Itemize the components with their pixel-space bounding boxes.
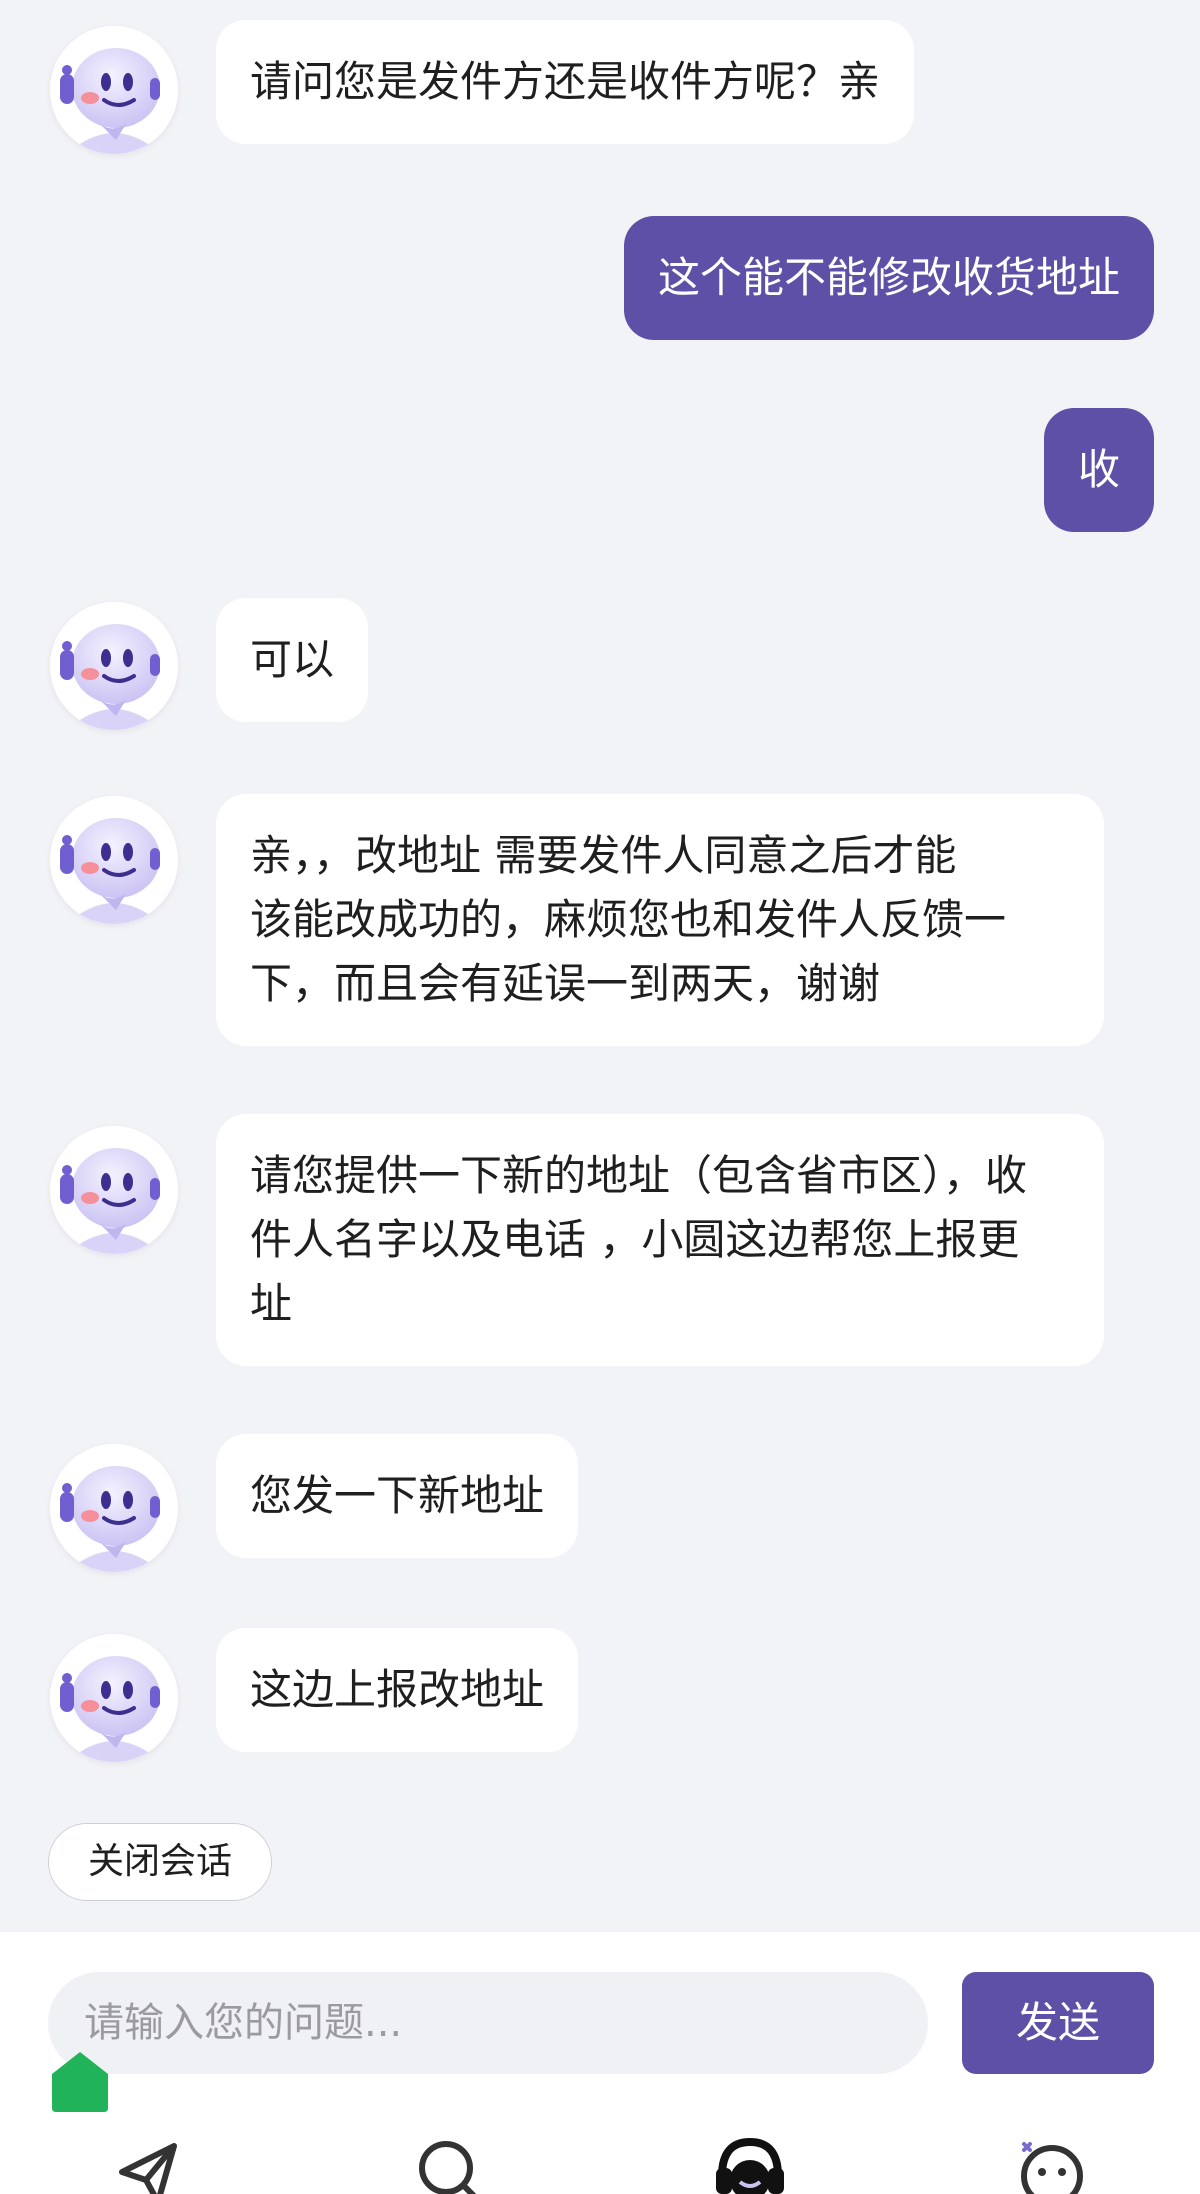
message-line: 下，而且会有延误一到两天，谢谢 [250,959,881,1008]
bot-avatar [50,1634,178,1762]
floating-badge-icon[interactable] [48,2050,112,2114]
user-message: 这个能不能修改收货地址 [623,216,1154,340]
message-line: 该能改成功的，麻烦您也和发件人反馈一 [250,895,1007,944]
bot-avatar [50,602,178,730]
bot-message: 这边上报改地址 [216,1628,579,1752]
send-button[interactable]: 发送 [962,1972,1154,2074]
bottom-tab-bar [0,2132,1200,2194]
bot-message: 可以 [216,598,369,722]
bot-avatar [50,1444,178,1572]
send-icon[interactable] [108,2132,188,2194]
user-message: 收 [1043,408,1154,532]
smile-icon[interactable] [1012,2132,1092,2194]
customer-service-icon[interactable] [710,2132,790,2194]
bot-avatar [50,796,178,924]
message-line: 请您提供一下新的地址（包含省市区），收 [250,1151,1028,1200]
message-line: 址 [250,1279,293,1328]
chat-area: 请问您是发件方还是收件方呢？亲 这个能不能修改收货地址 收 可以 亲，，改地址 … [0,0,1200,1932]
bot-message: 您发一下新地址 [216,1434,579,1558]
bot-avatar [50,26,178,154]
bot-message: 亲，，改地址 需要发件人同意之后才能 该能改成功的，麻烦您也和发件人反馈一 下，… [216,794,1104,1046]
close-session-button[interactable]: 关闭会话 [48,1823,272,1901]
question-input[interactable] [48,1972,928,2074]
search-icon[interactable] [410,2132,490,2194]
message-line: 亲，，改地址 需要发件人同意之后才能 [250,831,957,880]
bot-avatar [50,1126,178,1254]
bot-message: 请问您是发件方还是收件方呢？亲 [216,20,915,144]
message-line: 件人名字以及电话 ，小圆这边帮您上报更 [250,1215,1020,1264]
input-bar: 发送 [0,1932,1200,2194]
bot-message: 请您提供一下新的地址（包含省市区），收 件人名字以及电话 ，小圆这边帮您上报更 … [216,1114,1104,1366]
